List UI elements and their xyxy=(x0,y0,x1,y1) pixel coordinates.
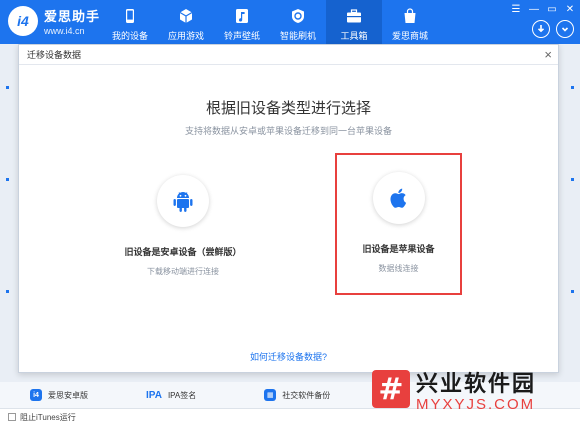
background-marker xyxy=(571,290,574,293)
maximize-icon[interactable]: ▭ xyxy=(546,4,558,15)
music-icon xyxy=(236,9,248,23)
refresh-icon xyxy=(292,9,304,23)
ipa-icon: IPA xyxy=(146,389,162,401)
watermark-en: MYXYJS.COM xyxy=(416,395,536,413)
tool-label: IPA签名 xyxy=(167,390,197,400)
nav-label: 我的设备 xyxy=(111,31,148,41)
tool-label: 爱思安卓版 xyxy=(48,390,88,400)
nav-store[interactable]: 爱思商城 xyxy=(382,0,438,44)
android-icon xyxy=(173,192,193,212)
block-itunes-checkbox[interactable] xyxy=(8,413,16,421)
option-android-device[interactable]: 旧设备是安卓设备（尝鲜版） 下载移动端进行连接 xyxy=(111,175,255,277)
nav-label: 爱思商城 xyxy=(391,31,428,41)
nav-toolbox[interactable]: 工具箱 xyxy=(326,0,382,44)
download-button[interactable] xyxy=(532,20,550,38)
top-bar: i4 爱思助手 www.i4.cn 我的设备 应用游戏 铃声壁纸 智能刷机 工具… xyxy=(0,0,580,44)
option-android-desc: 下载移动端进行连接 xyxy=(147,267,219,276)
window-controls: ☰ — ▭ ✕ xyxy=(510,4,576,15)
background-marker xyxy=(6,86,9,89)
watermark-cn: 兴业软件园 xyxy=(416,370,537,396)
android-app-icon: i4 xyxy=(30,389,42,401)
toolbox-icon xyxy=(347,9,361,23)
migrate-data-dialog: 迁移设备数据 × 根据旧设备类型进行选择 支持将数据从安卓或苹果设备迁移到同一台… xyxy=(18,44,559,373)
phone-icon xyxy=(126,9,134,23)
background-marker xyxy=(571,86,574,89)
dialog-close-icon[interactable]: × xyxy=(544,48,552,62)
more-button[interactable] xyxy=(556,20,574,38)
background-marker xyxy=(6,178,9,181)
tool-label: 社交软件备份 xyxy=(282,390,331,400)
apple-icon xyxy=(390,188,406,208)
help-link[interactable]: 如何迁移设备数据? xyxy=(19,350,558,363)
nav-my-device[interactable]: 我的设备 xyxy=(102,0,158,44)
apple-icon-circle xyxy=(372,172,425,224)
background-marker xyxy=(6,290,9,293)
option-android-label: 旧设备是安卓设备（尝鲜版） xyxy=(124,247,242,257)
app-url: www.i4.cn xyxy=(44,26,85,36)
social-backup-icon: ▦ xyxy=(264,389,277,401)
main-nav: 我的设备 应用游戏 铃声壁纸 智能刷机 工具箱 爱思商城 xyxy=(102,0,438,44)
site-watermark: # 兴业软件园 MYXYJS.COM xyxy=(372,364,580,414)
chevron-down-icon xyxy=(561,27,569,32)
dialog-subtitle: 支持将数据从安卓或苹果设备迁移到同一台苹果设备 xyxy=(184,126,392,136)
bag-icon xyxy=(404,8,416,23)
nav-apps-games[interactable]: 应用游戏 xyxy=(158,0,214,44)
nav-smart-flash[interactable]: 智能刷机 xyxy=(270,0,326,44)
app-logo: i4 爱思助手 www.i4.cn xyxy=(8,6,100,36)
minimize-icon[interactable]: — xyxy=(528,4,540,15)
download-icon xyxy=(537,25,545,33)
dialog-title: 根据旧设备类型进行选择 xyxy=(205,100,371,117)
nav-label: 铃声壁纸 xyxy=(223,31,260,41)
option-apple-desc: 数据线连接 xyxy=(378,264,419,273)
app-name: 爱思助手 xyxy=(44,9,101,24)
background-marker xyxy=(571,178,574,181)
nav-label: 智能刷机 xyxy=(279,31,316,41)
dialog-header: 迁移设备数据 xyxy=(19,45,558,65)
tool-social-backup[interactable]: ▦ 社交软件备份 xyxy=(264,389,330,401)
option-apple-device[interactable]: 旧设备是苹果设备 数据线连接 xyxy=(335,153,462,295)
tool-android-app[interactable]: i4 爱思安卓版 xyxy=(30,389,88,401)
nav-label: 工具箱 xyxy=(340,31,368,41)
close-icon[interactable]: ✕ xyxy=(564,4,576,15)
android-icon-circle xyxy=(157,175,209,227)
block-itunes-label: 阻止iTunes运行 xyxy=(20,412,76,422)
cube-icon xyxy=(179,9,193,23)
nav-label: 应用游戏 xyxy=(167,31,204,41)
dialog-header-title: 迁移设备数据 xyxy=(27,50,82,60)
tool-ipa-sign[interactable]: IPA IPA签名 xyxy=(146,390,196,401)
logo-badge: i4 xyxy=(8,6,38,36)
option-apple-label: 旧设备是苹果设备 xyxy=(362,244,435,254)
watermark-logo-icon: # xyxy=(372,370,410,408)
nav-ringtones[interactable]: 铃声壁纸 xyxy=(214,0,270,44)
menu-icon[interactable]: ☰ xyxy=(510,4,522,15)
